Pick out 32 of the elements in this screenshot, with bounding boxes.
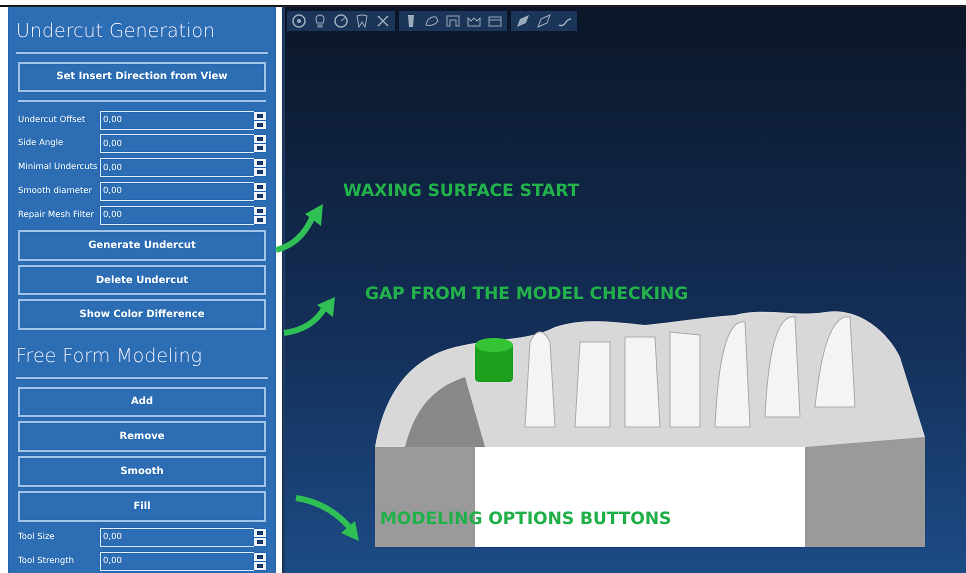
- pen-icon[interactable]: [515, 13, 531, 29]
- spinner-icon[interactable]: [254, 159, 266, 176]
- field-label: Undercut Offset: [18, 114, 86, 126]
- field-label: Side Angle: [18, 137, 64, 150]
- tooth-icon[interactable]: [354, 13, 370, 29]
- pen-outline-icon[interactable]: [536, 13, 552, 29]
- field-label: Smooth diameter: [18, 184, 94, 198]
- spinner-icon[interactable]: [254, 552, 266, 570]
- panel-title: Undercut Generation: [16, 15, 268, 54]
- bridge-icon[interactable]: [445, 13, 461, 29]
- panel-button[interactable]: Add: [18, 386, 266, 418]
- field-label: Tool Size: [18, 531, 56, 544]
- panel-button[interactable]: Show Color Difference: [18, 299, 266, 330]
- annotation-label: WAXING SURFACE START: [343, 180, 580, 203]
- gauge-icon[interactable]: [333, 13, 349, 29]
- spinner-icon[interactable]: [254, 182, 266, 200]
- field-label: Tool Strength: [18, 554, 75, 568]
- spinner-icon[interactable]: [254, 206, 266, 224]
- close-icon[interactable]: [375, 13, 391, 29]
- panel-button[interactable]: Delete Undercut: [18, 264, 266, 296]
- spinner-icon[interactable]: [254, 112, 266, 129]
- panel-button[interactable]: Generate Undercut: [18, 230, 266, 261]
- spinner-icon[interactable]: [254, 135, 266, 152]
- annotation-label: GAP FROM THE MODEL CHECKING: [365, 283, 688, 306]
- spinner-icon[interactable]: [254, 528, 266, 546]
- field-label: Minimal Undercuts: [18, 161, 98, 174]
- panel-button[interactable]: Remove: [18, 421, 266, 452]
- panel-button[interactable]: Fill: [18, 490, 266, 522]
- panel-title: Free Form Modeling: [16, 340, 268, 379]
- panel-button[interactable]: Smooth: [18, 456, 266, 487]
- field-label: Repair Mesh Filter: [18, 208, 96, 222]
- panel-button[interactable]: Set Insert Direction from View: [18, 62, 266, 92]
